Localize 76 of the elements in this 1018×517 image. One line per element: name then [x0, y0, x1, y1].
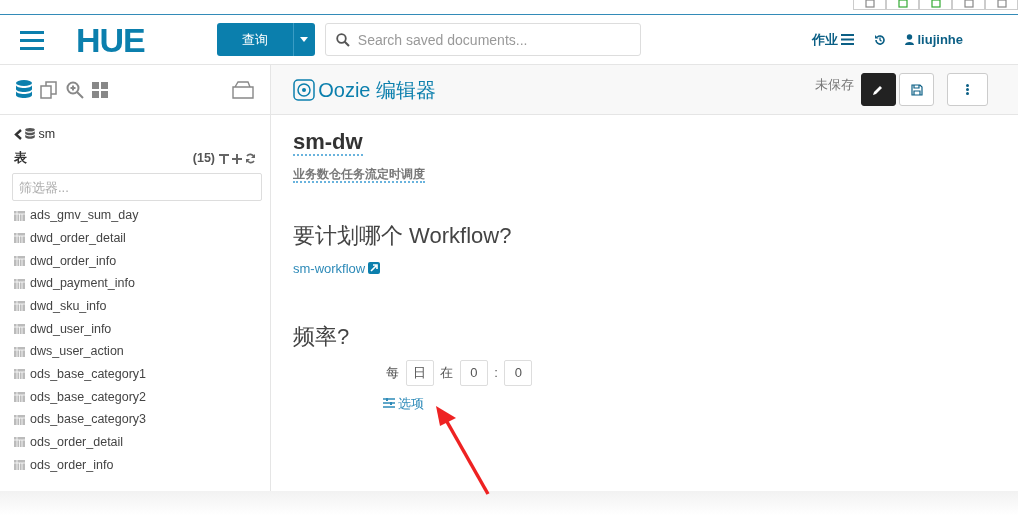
table-item[interactable]: ods_base_category2 — [30, 387, 147, 407]
section-title: 表 — [14, 150, 27, 168]
zoom-icon[interactable] — [66, 80, 84, 99]
frequency-field[interactable]: 日 — [405, 359, 434, 386]
database-name[interactable]: sm — [38, 125, 56, 144]
toolbar-icon[interactable] — [919, 0, 952, 10]
search-icon — [335, 33, 350, 47]
dropdown-button[interactable] — [292, 23, 315, 56]
frequency-label: 在 — [440, 363, 454, 382]
save-status: 未保存 — [815, 75, 855, 94]
editor-title: Oozie 编辑器 — [318, 77, 437, 103]
table-icon — [14, 255, 25, 266]
plus-icon[interactable] — [232, 153, 242, 164]
filter-field[interactable]: 筛选器... — [12, 173, 262, 201]
caret-icon — [300, 37, 309, 42]
refresh-icon[interactable] — [245, 153, 256, 165]
table-icon — [14, 278, 25, 289]
options-link[interactable]: 选项 — [398, 393, 425, 413]
folder-icon[interactable] — [232, 80, 254, 99]
database-icon[interactable] — [16, 79, 32, 100]
frequency-field[interactable]: 0 — [504, 359, 533, 386]
database-icon — [25, 128, 36, 141]
search-field[interactable]: Search saved documents... — [324, 23, 641, 56]
back-icon[interactable] — [14, 128, 22, 140]
toolbar-icon[interactable] — [886, 0, 919, 10]
toolbar-icon[interactable] — [853, 0, 886, 10]
target-icon — [293, 78, 315, 101]
edit-button[interactable] — [860, 73, 896, 106]
grid-icon[interactable] — [92, 81, 108, 98]
schedule-name[interactable]: sm-dw — [293, 129, 363, 156]
table-item[interactable]: ods_order_info — [30, 455, 114, 475]
history-icon[interactable] — [873, 33, 886, 46]
list-icon[interactable] — [841, 34, 855, 45]
table-icon — [14, 437, 25, 448]
workflow-link[interactable]: sm-workflow — [293, 258, 366, 278]
save-icon — [910, 83, 923, 96]
frequency-field[interactable]: 0 — [459, 359, 488, 386]
table-item[interactable]: dwd_order_info — [30, 251, 117, 271]
table-icon — [14, 414, 25, 425]
query-button[interactable]: 查询 — [216, 23, 293, 56]
pencil-icon — [872, 83, 885, 96]
table-icon — [14, 233, 25, 244]
table-count: (15) — [192, 150, 215, 168]
external-link-icon[interactable] — [368, 262, 381, 275]
table-item[interactable]: dws_user_action — [30, 342, 124, 362]
jobs-link[interactable]: 作业 — [812, 29, 838, 50]
table-icon — [14, 460, 25, 471]
copy-icon[interactable] — [40, 80, 58, 99]
table-item[interactable]: ads_gmv_sum_day — [30, 206, 139, 225]
table-icon — [14, 346, 25, 357]
table-icon — [14, 210, 25, 221]
frequency-label: : — [494, 363, 498, 382]
table-icon — [14, 301, 25, 312]
table-item[interactable]: dwd_order_detail — [30, 228, 126, 248]
schedule-description[interactable]: 业务数仓任务流定时调度 — [293, 166, 425, 183]
section-heading: 要计划哪个 Workflow? — [293, 222, 513, 250]
user-menu[interactable]: liujinhe — [917, 29, 963, 50]
table-icon — [14, 369, 25, 380]
section-heading: 频率? — [293, 323, 351, 351]
table-icon — [14, 324, 25, 335]
more-icon — [966, 84, 969, 95]
toolbar-icon[interactable] — [952, 0, 985, 10]
table-item[interactable]: ods_base_category3 — [30, 410, 147, 430]
table-icon — [14, 392, 25, 403]
toolbar-icon[interactable] — [985, 0, 1018, 10]
table-item[interactable]: dwd_sku_info — [30, 296, 107, 316]
frequency-label: 每 — [386, 363, 400, 382]
table-item[interactable]: ods_order_detail — [30, 433, 124, 452]
user-icon — [905, 34, 915, 45]
table-item[interactable]: dwd_user_info — [30, 319, 112, 339]
table-item[interactable]: dwd_payment_info — [30, 274, 135, 294]
filter-icon[interactable] — [219, 153, 229, 164]
menu-icon[interactable] — [20, 29, 44, 50]
options-icon[interactable] — [383, 398, 395, 409]
logo[interactable]: HUE — [76, 22, 145, 57]
table-item[interactable]: ods_base_category1 — [30, 365, 147, 384]
